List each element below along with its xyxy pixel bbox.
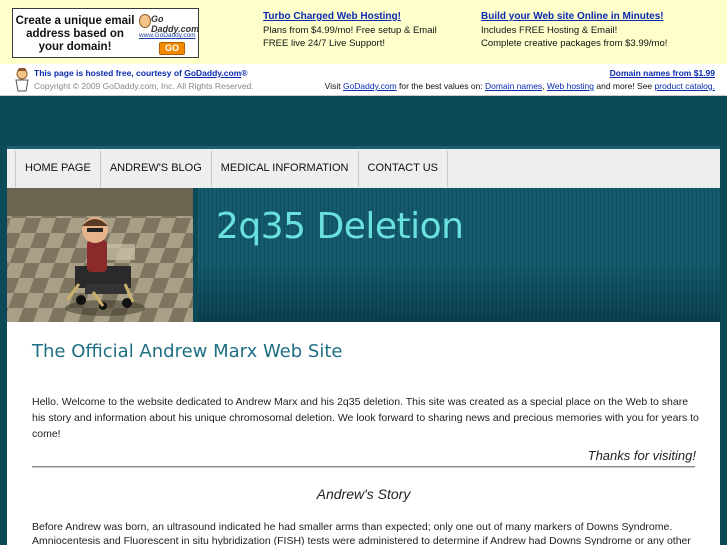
godaddy-mascot-icon bbox=[139, 14, 151, 28]
promo-hosting: Turbo Charged Web Hosting! Plans from $4… bbox=[263, 10, 437, 50]
promo-website-builder: Build your Web site Online in Minutes! I… bbox=[481, 10, 667, 50]
nav-andrews-blog[interactable]: ANDREW'S BLOG bbox=[101, 151, 212, 187]
logo-url[interactable]: www.GoDaddy.com bbox=[139, 32, 196, 39]
godaddy-link[interactable]: GoDaddy.com bbox=[184, 68, 241, 78]
welcome-paragraph: Hello. Welcome to the website dedicated … bbox=[32, 396, 699, 440]
domain-names-link[interactable]: Domain names from $1.99 bbox=[610, 68, 715, 78]
nav-home-page[interactable]: HOME PAGE bbox=[15, 151, 101, 187]
web-hosting-link[interactable]: Web hosting bbox=[547, 81, 594, 91]
visit-godaddy-link[interactable]: GoDaddy.com bbox=[343, 81, 397, 91]
banner-text: Create a unique email address based on y… bbox=[15, 15, 135, 53]
main-content: The Official Andrew Marx Web Site Hello.… bbox=[7, 322, 720, 545]
godaddy-email-banner[interactable]: Create a unique email address based on y… bbox=[12, 8, 199, 58]
visit-text: and more! See bbox=[594, 81, 655, 91]
nav-contact-us[interactable]: CONTACT US bbox=[359, 151, 448, 187]
promo-website-builder-line: Includes FREE Hosting & Email! bbox=[481, 25, 618, 36]
andrew-photo-image bbox=[7, 188, 193, 322]
story-paragraph: Before Andrew was born, an ultrasound in… bbox=[32, 521, 691, 545]
godaddy-ad-bar: Create a unique email address based on y… bbox=[0, 0, 727, 64]
godaddy-guy-icon bbox=[15, 68, 29, 92]
promo-website-builder-line: Complete creative packages from $3.99/mo… bbox=[481, 38, 668, 49]
promo-website-builder-link[interactable]: Build your Web site Online in Minutes! bbox=[481, 10, 667, 23]
hosted-notice: This page is hosted free, courtesy of Go… bbox=[34, 68, 247, 78]
promo-hosting-line: Plans from $4.99/mo! Free setup & Email bbox=[263, 25, 437, 36]
header-photo bbox=[7, 188, 193, 322]
hosted-notice-text: This page is hosted free, courtesy of bbox=[34, 68, 185, 78]
thanks-text: Thanks for visiting! bbox=[587, 448, 696, 463]
visit-text: for the best values on: bbox=[396, 81, 486, 91]
godaddy-logo: Go Daddy.com www.GoDaddy.com GO bbox=[137, 12, 200, 56]
hosted-by-bar: This page is hosted free, courtesy of Go… bbox=[0, 64, 727, 96]
visit-godaddy-line: Visit GoDaddy.com for the best values on… bbox=[325, 81, 715, 91]
story-heading: Andrew's Story bbox=[316, 486, 411, 502]
header-banner: 2q35 Deletion bbox=[198, 188, 720, 322]
copyright-text: Copyright © 2009 GoDaddy.com, Inc. All R… bbox=[34, 81, 254, 91]
logo-word: Go Daddy.com bbox=[151, 14, 200, 34]
visit-text: Visit bbox=[324, 81, 343, 91]
promo-hosting-link[interactable]: Turbo Charged Web Hosting! bbox=[263, 10, 437, 23]
main-navigation: HOME PAGE ANDREW'S BLOG MEDICAL INFORMAT… bbox=[7, 146, 720, 188]
nav-menu: HOME PAGE ANDREW'S BLOG MEDICAL INFORMAT… bbox=[15, 151, 448, 187]
site-title: 2q35 Deletion bbox=[216, 206, 464, 247]
nav-medical-information[interactable]: MEDICAL INFORMATION bbox=[212, 151, 359, 187]
registered-mark: ® bbox=[241, 68, 248, 78]
go-button[interactable]: GO bbox=[159, 42, 185, 55]
promo-hosting-line: FREE live 24/7 Live Support! bbox=[263, 38, 385, 49]
product-catalog-link[interactable]: product catalog. bbox=[655, 81, 715, 91]
domain-names-text-link[interactable]: Domain names bbox=[485, 81, 542, 91]
content-divider bbox=[32, 466, 695, 468]
page-heading: The Official Andrew Marx Web Site bbox=[32, 341, 343, 362]
